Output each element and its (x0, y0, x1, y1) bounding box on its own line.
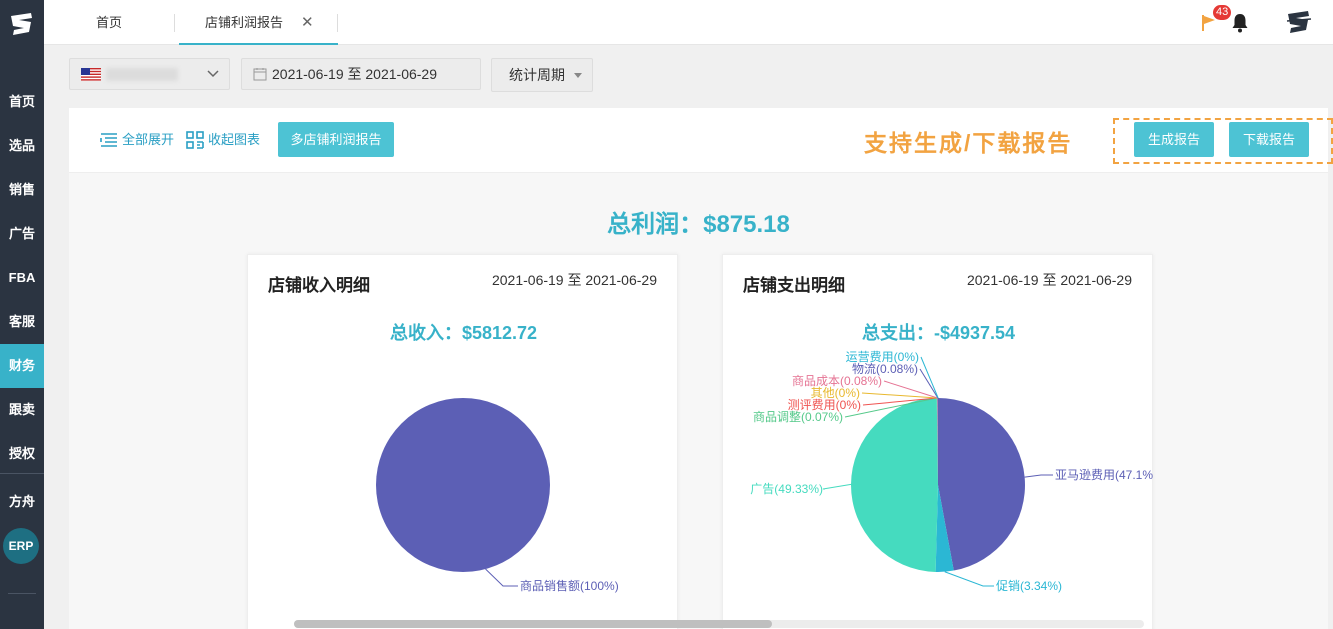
horizontal-scrollbar[interactable] (294, 620, 1144, 628)
pie-slice (938, 398, 1025, 571)
caret-down-icon (574, 73, 582, 78)
bell-icon[interactable] (1231, 13, 1249, 33)
pie-leader-line (1024, 474, 1053, 478)
download-report-button[interactable]: 下载报告 (1229, 122, 1309, 157)
nav-product-selection[interactable]: 选品 (0, 124, 44, 168)
expense-pie-chart: 亚马逊费用(47.1%促销(3.34%)广告(49.33%)商品调整(0.07%… (750, 350, 1153, 593)
tab-store-profit-report[interactable]: 店铺利润报告 ✕ (179, 0, 338, 45)
pie-slice (376, 398, 550, 572)
period-select[interactable]: 统计周期 (491, 58, 593, 92)
income-pie-chart: 商品销售额(100%) (376, 398, 619, 593)
pie-slice-label: 广告(49.33%) (750, 482, 823, 496)
promo-text: 支持生成/下载报告 (864, 130, 1073, 156)
total-profit: 总利润：$875.18 (607, 211, 790, 238)
pie-leader-line (920, 356, 939, 399)
sidebar-divider (0, 473, 44, 474)
collapse-chart-link[interactable]: 收起图表 (186, 131, 266, 149)
notification-badge: 43 (1213, 5, 1232, 20)
nav-customer-service[interactable]: 客服 (0, 300, 44, 344)
nav-authorization[interactable]: 授权 (0, 432, 44, 476)
pie-slice-label: 运营费用(0%) (846, 350, 919, 364)
calendar-icon (253, 68, 267, 81)
pie-slice-label: 促销(3.34%) (996, 579, 1062, 593)
nav-follow-sell[interactable]: 跟卖 (0, 388, 44, 432)
user-avatar[interactable] (1285, 9, 1313, 37)
pie-leader-line (822, 483, 852, 490)
store-select[interactable] (69, 58, 230, 90)
period-label: 统计周期 (509, 67, 565, 83)
sidebar: 首页 选品 销售 广告 FBA 客服 财务 跟卖 授权 方舟 ERP (0, 0, 44, 629)
pie-slice-label: 亚马逊费用(47.1% (1055, 468, 1153, 482)
pie-slice-label: 测评费用(0%) (788, 398, 861, 412)
pie-slice (850, 398, 938, 572)
pie-slice-label: 物流(0.08%) (852, 362, 918, 376)
chevron-down-icon (207, 70, 219, 78)
report-toolbar: 全部展开 收起图表 多店铺利润报告 支持生成/下载报告 生成报告 下载报告 (69, 108, 1333, 173)
store-name-redacted (106, 68, 178, 81)
list-icon (100, 133, 117, 147)
app-logo-icon[interactable] (7, 10, 37, 38)
tab-separator (174, 14, 175, 32)
close-icon[interactable]: ✕ (301, 0, 314, 45)
nav-sales[interactable]: 销售 (0, 168, 44, 212)
nav-fba[interactable]: FBA (0, 256, 44, 300)
pie-leader-line (485, 568, 518, 587)
nav-home[interactable]: 首页 (0, 80, 44, 124)
pie-slice-label: 商品销售额(100%) (520, 578, 619, 593)
pie-leader-line (944, 571, 994, 587)
qr-icon (186, 131, 204, 149)
sidebar-divider (8, 593, 36, 594)
expand-all-label: 全部展开 (122, 132, 175, 147)
tab-separator (337, 14, 338, 32)
expense-card: 店铺支出明细 2021-06-19 至 2021-06-29 总支出：-$493… (722, 254, 1153, 629)
pie-slice-label: 其他(0%) (811, 386, 860, 400)
report-panel: 全部展开 收起图表 多店铺利润报告 支持生成/下载报告 生成报告 下载报告 总利… (69, 108, 1333, 629)
scrollbar-thumb[interactable] (294, 620, 772, 628)
tab-home[interactable]: 首页 (96, 0, 122, 45)
pie-leader-line (861, 392, 938, 399)
generate-report-button[interactable]: 生成报告 (1134, 122, 1214, 157)
date-range-value: 2021-06-19 至 2021-06-29 (272, 66, 438, 82)
erp-button[interactable]: ERP (3, 528, 39, 564)
us-flag-icon (81, 68, 101, 81)
nav-fangzhou[interactable]: 方舟 (0, 480, 44, 524)
nav-finance[interactable]: 财务 (0, 344, 44, 388)
date-range-picker[interactable]: 2021-06-19 至 2021-06-29 (241, 58, 481, 90)
multi-store-report-button[interactable]: 多店铺利润报告 (278, 122, 394, 157)
nav-ads[interactable]: 广告 (0, 212, 44, 256)
tab-label: 店铺利润报告 (205, 15, 284, 30)
expand-all-link[interactable]: 全部展开 (100, 131, 180, 149)
collapse-chart-label: 收起图表 (208, 132, 261, 147)
income-card: 店铺收入明细 2021-06-19 至 2021-06-29 总收入：$5812… (247, 254, 678, 629)
top-bar: 首页 店铺利润报告 ✕ 43 (44, 0, 1333, 45)
